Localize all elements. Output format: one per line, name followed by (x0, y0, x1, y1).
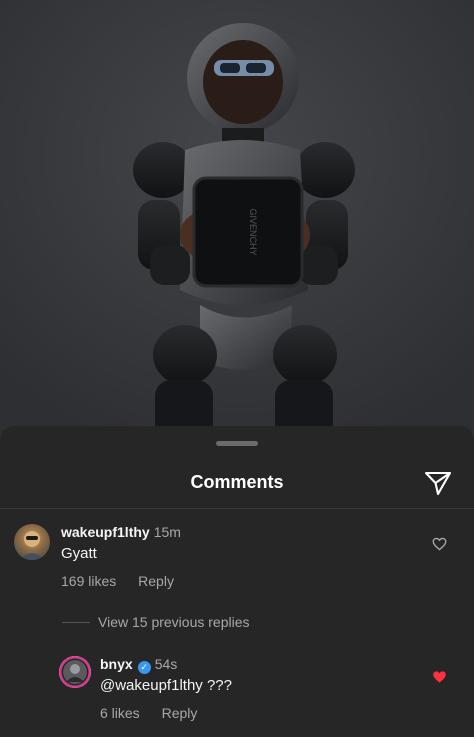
comment-username[interactable]: wakeupf1lthy (61, 524, 150, 540)
replies-line (62, 621, 90, 623)
view-replies-label: View 15 previous replies (98, 614, 250, 630)
reply-text: @wakeupf1lthy ??? (100, 677, 232, 694)
reply-likes-count[interactable]: 6 likes (100, 705, 140, 721)
reply-time: 54s (154, 656, 178, 672)
robot-figure-illustration: GIVENCHY (0, 0, 474, 440)
avatar-image (19, 531, 45, 560)
view-previous-replies[interactable]: View 15 previous replies (62, 614, 250, 630)
comment-likes-count[interactable]: 169 likes (61, 573, 116, 589)
comment-header: wakeupf1lthy 15m (61, 524, 181, 542)
comment-time: 15m (153, 524, 181, 540)
heart-outline-icon (432, 537, 447, 551)
avatar-image (59, 656, 91, 688)
paper-plane-icon (424, 471, 452, 496)
reply-username[interactable]: bnyx (100, 656, 133, 672)
comment-reply-button[interactable]: Reply (138, 573, 174, 589)
reply-reply-button[interactable]: Reply (162, 705, 198, 721)
comment-like-button[interactable] (432, 537, 447, 556)
comment-meta: 169 likes Reply (61, 573, 174, 589)
svg-text:GIVENCHY: GIVENCHY (248, 208, 258, 255)
avatar[interactable] (59, 656, 91, 688)
heart-filled-icon (433, 671, 446, 683)
sheet-grabber-handle[interactable] (216, 441, 258, 446)
reply-like-button[interactable] (432, 670, 447, 689)
sheet-title: Comments (190, 472, 284, 492)
reply-meta: 6 likes Reply (100, 705, 197, 721)
comment-text: Gyatt (61, 545, 97, 562)
share-button[interactable] (424, 470, 452, 496)
reply-header: bnyx ✓ 54s (100, 656, 177, 674)
verified-badge-icon: ✓ (137, 661, 151, 674)
avatar[interactable] (14, 524, 50, 560)
comments-sheet: Comments wakeupf1lthy 15m Gyatt 169 likes… (0, 426, 474, 737)
sheet-divider (0, 508, 474, 509)
post-image[interactable]: GIVENCHY (0, 0, 474, 440)
